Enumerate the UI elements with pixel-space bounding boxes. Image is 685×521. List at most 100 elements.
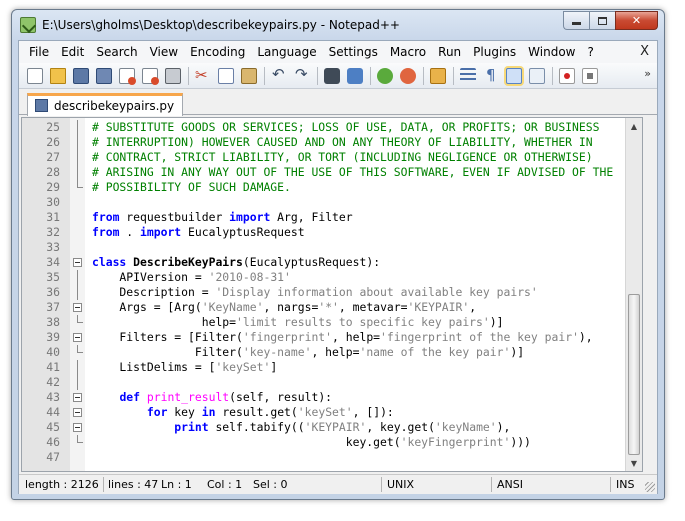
code-line[interactable]: 37 Args = [Arg('KeyName', nargs='*', met… bbox=[22, 300, 642, 315]
cut-icon[interactable] bbox=[195, 66, 211, 84]
show-all-chars-icon[interactable] bbox=[483, 66, 499, 84]
user-language-icon[interactable] bbox=[529, 67, 545, 84]
code-editor[interactable]: ▲ ▼ 25 # SUBSTITUTE GOODS OR SERVICES; LO… bbox=[21, 117, 643, 472]
undo-icon[interactable] bbox=[271, 65, 287, 84]
code-line[interactable]: 44 for key in result.get('keySet', []): bbox=[22, 405, 642, 420]
token-str: 'keyName' bbox=[434, 420, 497, 434]
code-line[interactable]: 32 from . import EucalyptusRequest bbox=[22, 225, 642, 240]
code-line[interactable]: 31 from requestbuilder import Arg, Filter bbox=[22, 210, 642, 225]
save-all-icon[interactable] bbox=[96, 67, 112, 84]
fold-toggle-icon[interactable] bbox=[73, 333, 82, 342]
fold-toggle-icon[interactable] bbox=[73, 423, 82, 432]
status-eol[interactable]: UNIX bbox=[387, 478, 414, 491]
indent-guide-icon[interactable] bbox=[506, 67, 522, 84]
menu-edit[interactable]: Edit bbox=[55, 41, 90, 63]
token-txt: , []): bbox=[352, 405, 394, 419]
line-text: from requestbuilder import Arg, Filter bbox=[92, 210, 353, 225]
code-line[interactable]: 47 bbox=[22, 450, 642, 465]
paste-icon[interactable] bbox=[241, 67, 257, 84]
code-line[interactable]: 38 help='limit results to specific key p… bbox=[22, 315, 642, 330]
fold-guide bbox=[77, 285, 78, 300]
minimize-button[interactable] bbox=[563, 11, 589, 30]
code-line[interactable]: 46 key.get('keyFingerprint'))) bbox=[22, 435, 642, 450]
notepadpp-app-icon[interactable] bbox=[20, 17, 36, 33]
close-icon[interactable] bbox=[119, 67, 136, 85]
token-comment: # SUBSTITUTE GOODS OR SERVICES; LOSS OF … bbox=[92, 120, 600, 134]
token-txt: Description = bbox=[92, 285, 216, 299]
status-divider bbox=[103, 477, 104, 492]
toolbar-separator bbox=[317, 66, 318, 85]
code-line[interactable]: 36 Description = 'Display information ab… bbox=[22, 285, 642, 300]
fold-toggle-icon[interactable] bbox=[73, 408, 82, 417]
token-def: print_result bbox=[146, 390, 230, 404]
maximize-button[interactable] bbox=[589, 11, 615, 30]
token-txt: key.get( bbox=[92, 435, 401, 449]
sync-scroll-icon[interactable] bbox=[430, 67, 446, 84]
close-window-button[interactable]: ✕ bbox=[615, 11, 658, 30]
code-line[interactable]: 34 class DescribeKeyPairs(EucalyptusReque… bbox=[22, 255, 642, 270]
tab-describekeypairs[interactable]: describekeypairs.py bbox=[27, 93, 184, 116]
fold-guide bbox=[77, 150, 78, 165]
zoom-in-icon[interactable] bbox=[377, 67, 393, 84]
code-line[interactable]: 29 # POSSIBILITY OF SUCH DAMAGE. bbox=[22, 180, 642, 195]
menu-encoding[interactable]: Encoding bbox=[184, 41, 251, 63]
code-line[interactable]: 43 def print_result(self, result): bbox=[22, 390, 642, 405]
close-document-button[interactable]: X bbox=[640, 44, 649, 59]
code-line[interactable]: 27 # CONTRACT, STRICT LIABILITY, OR TORT … bbox=[22, 150, 642, 165]
stop-macro-icon[interactable] bbox=[582, 67, 598, 84]
open-file-icon[interactable] bbox=[50, 67, 66, 84]
word-wrap-icon[interactable] bbox=[460, 67, 476, 84]
zoom-out-icon[interactable] bbox=[400, 67, 416, 84]
redo-icon[interactable] bbox=[294, 65, 310, 84]
menu-view[interactable]: View bbox=[144, 41, 184, 63]
window-title: E:\Users\gholms\Desktop\describekeypairs… bbox=[42, 18, 400, 32]
menu-file[interactable]: File bbox=[19, 41, 55, 63]
line-number: 38 bbox=[46, 315, 60, 329]
status-encoding[interactable]: ANSI bbox=[497, 478, 523, 491]
copy-icon[interactable] bbox=[218, 67, 234, 84]
line-number: 43 bbox=[46, 390, 60, 404]
code-line[interactable]: 40 Filter('key-name', help='name of the … bbox=[22, 345, 642, 360]
menu-macro[interactable]: Macro bbox=[384, 41, 432, 63]
new-file-icon[interactable] bbox=[27, 67, 43, 84]
code-line[interactable]: 35 APIVersion = '2010-08-31' bbox=[22, 270, 642, 285]
token-txt: ), bbox=[496, 420, 511, 434]
code-line[interactable]: 45 print self.tabify(('KEYPAIR', key.get… bbox=[22, 420, 642, 435]
code-line[interactable]: 25 # SUBSTITUTE GOODS OR SERVICES; LOSS O… bbox=[22, 120, 642, 135]
fold-guide bbox=[77, 165, 78, 180]
title-bar[interactable]: E:\Users\gholms\Desktop\describekeypairs… bbox=[12, 10, 664, 40]
fold-toggle-icon[interactable] bbox=[73, 393, 82, 402]
find-icon[interactable] bbox=[324, 67, 340, 84]
record-macro-icon[interactable] bbox=[559, 67, 575, 84]
menu-help[interactable]: ? bbox=[581, 41, 599, 63]
token-kw: class bbox=[92, 255, 127, 269]
menu-plugins[interactable]: Plugins bbox=[467, 41, 522, 63]
menu-language[interactable]: Language bbox=[251, 41, 322, 63]
save-icon[interactable] bbox=[73, 67, 89, 84]
toolbar-overflow-button[interactable]: » bbox=[644, 67, 651, 80]
close-all-icon[interactable] bbox=[142, 67, 159, 85]
menu-run[interactable]: Run bbox=[432, 41, 467, 63]
resize-grip[interactable] bbox=[645, 482, 655, 492]
code-line[interactable]: 26 # INTERRUPTION) HOWEVER CAUSED AND ON … bbox=[22, 135, 642, 150]
code-line[interactable]: 28 # ARISING IN ANY WAY OUT OF THE USE OF… bbox=[22, 165, 642, 180]
status-insert-mode[interactable]: INS bbox=[616, 478, 634, 491]
code-line[interactable]: 39 Filters = [Filter('fingerprint', help… bbox=[22, 330, 642, 345]
menu-search[interactable]: Search bbox=[90, 41, 143, 63]
menu-settings[interactable]: Settings bbox=[323, 41, 384, 63]
replace-icon[interactable] bbox=[347, 67, 363, 84]
print-icon[interactable] bbox=[165, 67, 181, 84]
fold-toggle-icon[interactable] bbox=[73, 258, 82, 267]
line-number: 27 bbox=[46, 150, 60, 164]
fold-toggle-icon[interactable] bbox=[73, 303, 82, 312]
code-line[interactable]: 42 bbox=[22, 375, 642, 390]
code-line[interactable]: 41 ListDelims = ['keySet'] bbox=[22, 360, 642, 375]
menu-window[interactable]: Window bbox=[522, 41, 581, 63]
code-line[interactable]: 30 bbox=[22, 195, 642, 210]
saved-file-icon bbox=[35, 99, 48, 112]
code-line[interactable]: 33 bbox=[22, 240, 642, 255]
status-sel: Sel : 0 bbox=[253, 478, 288, 491]
token-txt: (self, result): bbox=[229, 390, 333, 404]
